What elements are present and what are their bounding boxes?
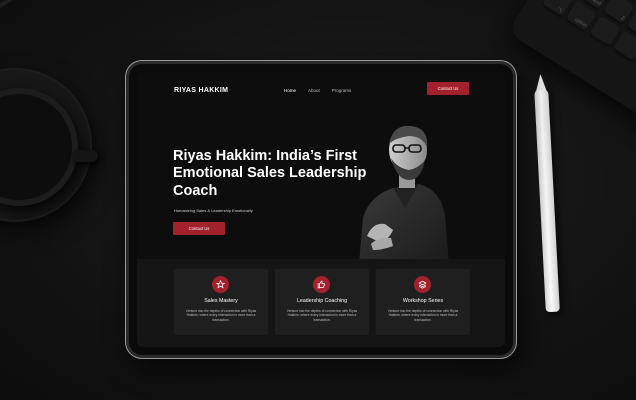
service-card[interactable]: Sales Mastery Venture into the depths of… bbox=[174, 269, 268, 335]
service-card[interactable]: Leadership Coaching Venture into the dep… bbox=[275, 269, 369, 335]
desk-pen bbox=[0, 0, 76, 14]
star-icon bbox=[212, 276, 229, 293]
coach-portrait bbox=[359, 125, 449, 264]
site-logo[interactable]: RIYAS HAKKIM bbox=[174, 87, 284, 94]
tablet-bezel: RIYAS HAKKIM Home About Programs Contact… bbox=[129, 64, 513, 355]
service-card[interactable]: Workshop Series Venture into the depths … bbox=[376, 269, 470, 335]
service-description: Venture into the depths of connection wi… bbox=[286, 309, 358, 322]
coffee-mug-handle bbox=[72, 150, 98, 162]
nav-link-programs[interactable]: Programs bbox=[332, 88, 352, 93]
service-description: Venture into the depths of connection wi… bbox=[387, 309, 459, 322]
stack-icon bbox=[414, 276, 431, 293]
website-screen: RIYAS HAKKIM Home About Programs Contact… bbox=[137, 72, 505, 347]
hero-section: Riyas Hakkim: India’s First Emotional Sa… bbox=[137, 108, 505, 264]
nav-link-about[interactable]: About bbox=[308, 88, 320, 93]
services-section: Sales Mastery Venture into the depths of… bbox=[137, 259, 505, 347]
service-description: Venture into the depths of connection wi… bbox=[185, 309, 257, 322]
service-title: Sales Mastery bbox=[204, 298, 238, 304]
nav-links: Home About Programs bbox=[284, 88, 351, 93]
site-navbar: RIYAS HAKKIM Home About Programs Contact… bbox=[137, 72, 505, 108]
nav-contact-button[interactable]: Contact Us bbox=[427, 82, 469, 95]
tablet-device: RIYAS HAKKIM Home About Programs Contact… bbox=[126, 61, 516, 358]
hero-contact-button[interactable]: Contact Us bbox=[173, 222, 225, 235]
hero-title: Riyas Hakkim: India’s First Emotional Sa… bbox=[173, 148, 367, 199]
thumbs-up-icon bbox=[313, 276, 330, 293]
service-title: Leadership Coaching bbox=[296, 298, 348, 304]
stylus-tip bbox=[535, 73, 547, 91]
nav-link-home[interactable]: Home bbox=[284, 88, 296, 93]
desk-background: ⌘ command Z X ⌥ option RIYAS HAKKIM Home… bbox=[0, 0, 636, 400]
hero-subtitle: Humanizing Sales & Leadership Emotionall… bbox=[174, 208, 253, 213]
service-title: Workshop Series bbox=[402, 298, 444, 304]
keyboard: ⌘ command Z X ⌥ option bbox=[507, 0, 636, 128]
stylus-pencil bbox=[534, 73, 560, 313]
